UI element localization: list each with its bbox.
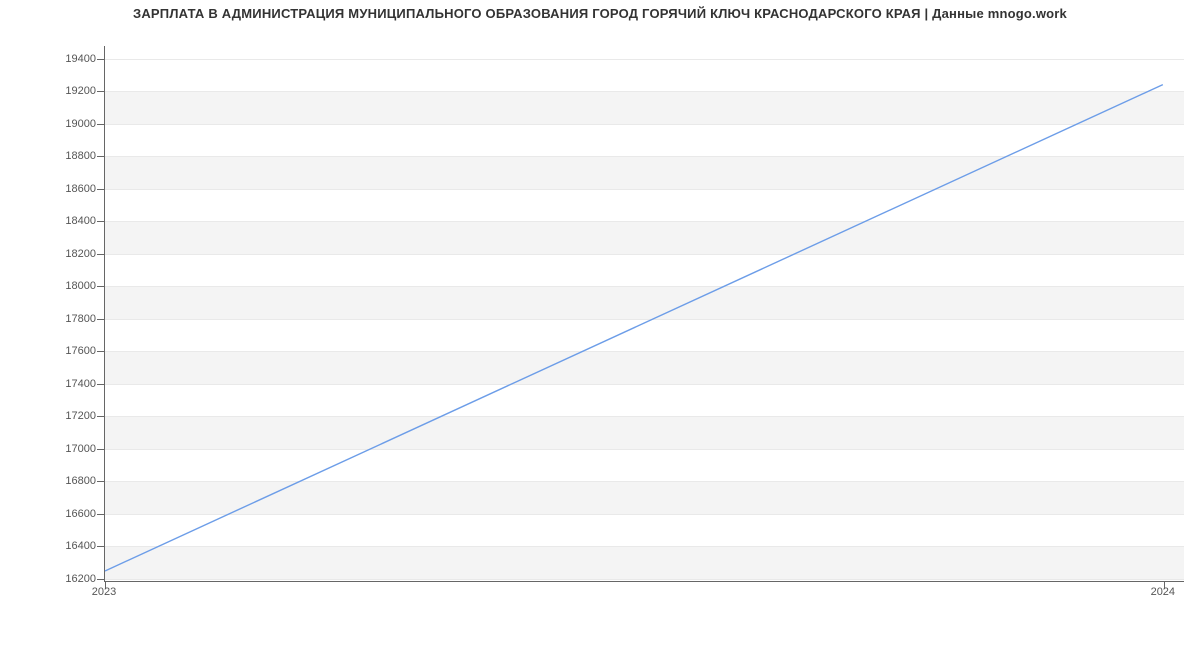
y-tick	[97, 189, 105, 190]
y-axis-label: 18400	[36, 215, 96, 227]
y-axis-label: 18000	[36, 280, 96, 292]
y-tick	[97, 156, 105, 157]
y-tick	[97, 221, 105, 222]
y-axis-label: 16400	[36, 540, 96, 552]
y-axis-label: 19400	[36, 53, 96, 65]
y-tick	[97, 579, 105, 580]
y-tick	[97, 416, 105, 417]
y-tick	[97, 286, 105, 287]
y-axis-label: 17400	[36, 378, 96, 390]
line-layer	[105, 46, 1184, 581]
y-tick	[97, 351, 105, 352]
y-axis-label: 16600	[36, 508, 96, 520]
y-axis-label: 18600	[36, 183, 96, 195]
y-axis-label: 17600	[36, 345, 96, 357]
y-tick	[97, 514, 105, 515]
y-tick	[97, 449, 105, 450]
y-tick	[97, 384, 105, 385]
series-line	[105, 85, 1163, 571]
y-tick	[97, 91, 105, 92]
y-axis-label: 17200	[36, 410, 96, 422]
y-axis-label: 17800	[36, 313, 96, 325]
chart-title: ЗАРПЛАТА В АДМИНИСТРАЦИЯ МУНИЦИПАЛЬНОГО …	[0, 6, 1200, 21]
y-tick	[97, 319, 105, 320]
plot-area	[104, 46, 1184, 582]
y-axis-label: 17000	[36, 443, 96, 455]
chart-container: ЗАРПЛАТА В АДМИНИСТРАЦИЯ МУНИЦИПАЛЬНОГО …	[0, 0, 1200, 620]
y-axis-label: 19000	[36, 118, 96, 130]
x-axis-label: 2023	[92, 586, 116, 598]
y-tick	[97, 124, 105, 125]
y-tick	[97, 59, 105, 60]
y-tick	[97, 481, 105, 482]
y-axis-label: 18800	[36, 150, 96, 162]
y-tick	[97, 546, 105, 547]
y-axis-label: 19200	[36, 85, 96, 97]
x-axis-label: 2024	[1151, 586, 1175, 598]
y-tick	[97, 254, 105, 255]
y-axis-label: 16800	[36, 475, 96, 487]
y-axis-label: 16200	[36, 573, 96, 585]
y-axis-label: 18200	[36, 248, 96, 260]
